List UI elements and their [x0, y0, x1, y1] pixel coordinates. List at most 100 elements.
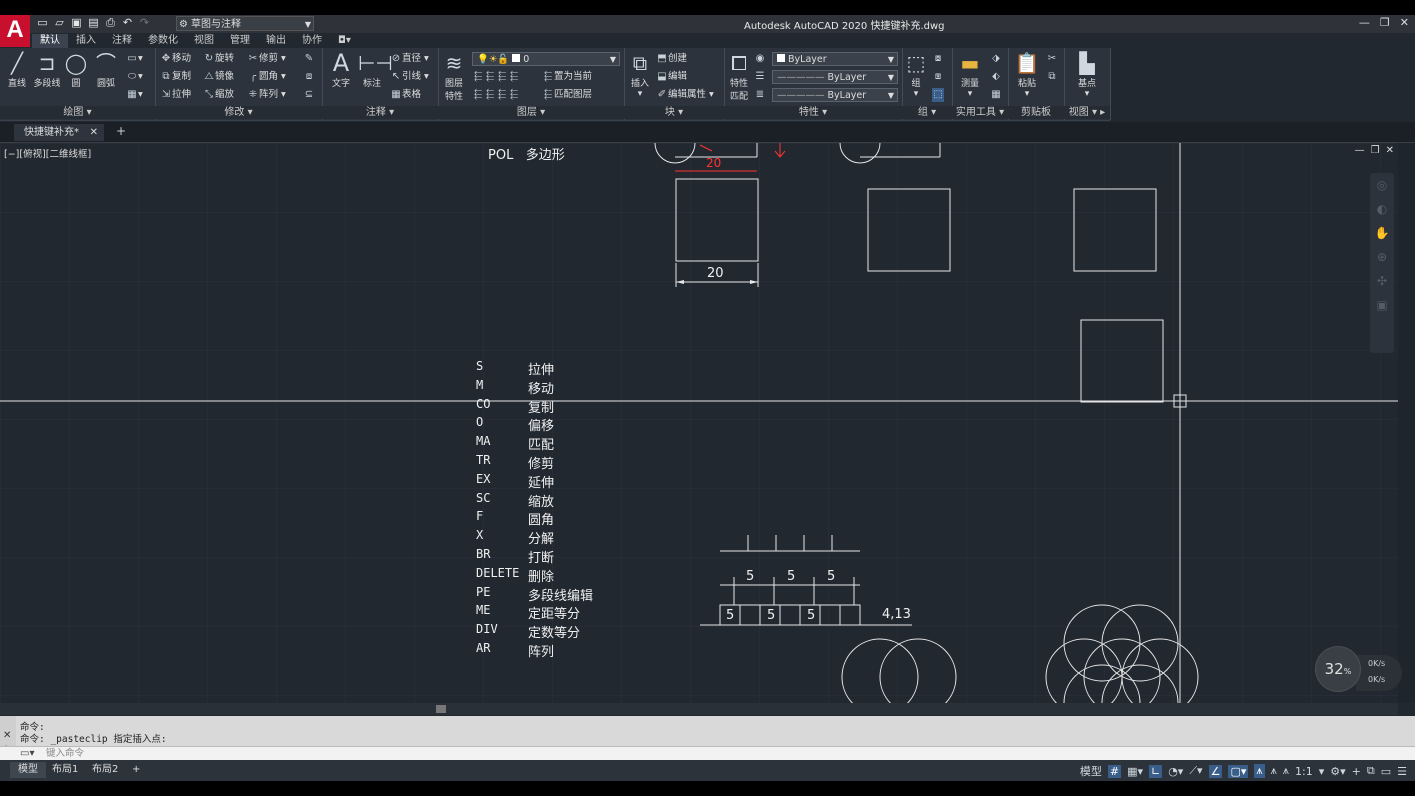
orbit-tool-icon[interactable]: ✣: [1370, 269, 1394, 293]
isolate-objects-icon[interactable]: ⧉: [1367, 764, 1375, 778]
save-icon[interactable]: ▣: [70, 17, 83, 29]
match-layer-button[interactable]: ⬱ 匹配图层: [542, 88, 592, 102]
edit-block-button[interactable]: ⬓编辑: [656, 70, 687, 84]
open-file-icon[interactable]: ▱: [53, 17, 66, 29]
snap-icon[interactable]: ▦▾: [1127, 765, 1143, 778]
plus-icon[interactable]: +: [1352, 765, 1361, 778]
panel-title-block[interactable]: 块 ▾: [624, 106, 724, 119]
circle-button[interactable]: ◯ 圆: [64, 50, 88, 89]
edit-attributes-button[interactable]: ✐ 编辑属性 ▾: [656, 88, 714, 102]
panel-title-properties[interactable]: 特性 ▾: [724, 106, 902, 119]
annotation-visibility-icon[interactable]: ⩚: [1254, 764, 1265, 778]
group-button[interactable]: ⬚ 组 ▾: [904, 50, 928, 99]
layer-properties-button[interactable]: ≋ 图层 特性: [440, 50, 468, 102]
close-icon[interactable]: ✕: [3, 730, 11, 741]
layout-tab-layout2[interactable]: 布局2: [84, 762, 126, 778]
ortho-icon[interactable]: ∟: [1148, 764, 1163, 778]
text-button[interactable]: A 文字: [328, 50, 354, 89]
object-snap-tracking-icon[interactable]: ∠: [1208, 764, 1223, 778]
workspace-select[interactable]: ⚙ 草图与注释 ▼: [176, 16, 314, 31]
grid-icon[interactable]: #: [1107, 764, 1122, 778]
layer-tools-row1[interactable]: ⬱ ⬱ ⬱ ⬱: [472, 70, 520, 84]
tab-manage[interactable]: 管理: [222, 34, 258, 48]
panel-title-utilities[interactable]: 实用工具 ▾: [952, 106, 1008, 119]
restore-icon[interactable]: ❐: [1380, 16, 1390, 29]
calculator-icon[interactable]: ▦: [990, 88, 1002, 102]
ellipse-button[interactable]: ⬭ ▾: [126, 70, 143, 84]
gear-icon[interactable]: ⚙▾: [1330, 765, 1345, 778]
table-button[interactable]: ▦表格: [390, 88, 421, 102]
rectangle-button[interactable]: ▭▾: [126, 52, 143, 66]
fillet-button[interactable]: ╭ 圆角 ▾: [247, 70, 286, 84]
lineweight-select[interactable]: ————— ByLayer ▼: [772, 88, 898, 102]
tab-output[interactable]: 输出: [258, 34, 294, 48]
match-properties-button[interactable]: ⧠ 特性 匹配: [726, 50, 752, 102]
quick-select-icon[interactable]: ⬗: [990, 52, 1002, 66]
measure-button[interactable]: ▬ 测量 ▾: [954, 50, 986, 99]
document-tab[interactable]: 快捷键补充* ✕: [14, 124, 104, 141]
make-current-button[interactable]: ⬱ 置为当前: [542, 70, 592, 84]
scale-button[interactable]: ⤡ 缩放: [203, 88, 234, 102]
restore-icon[interactable]: ❐: [1371, 145, 1380, 156]
print-icon[interactable]: ⎙: [104, 17, 117, 29]
move-button[interactable]: ✥ 移动: [160, 52, 191, 66]
chevron-down-icon[interactable]: ▾: [1319, 765, 1325, 778]
zoom-icon[interactable]: ⊕: [1370, 245, 1394, 269]
ungroup-icon[interactable]: ⧇: [932, 52, 944, 66]
redo-icon[interactable]: ↷: [138, 17, 151, 29]
vertical-scrollbar[interactable]: [1398, 143, 1415, 703]
close-icon[interactable]: ✕: [1400, 16, 1409, 29]
close-icon[interactable]: ✕: [90, 124, 98, 141]
panel-title-draw[interactable]: 绘图 ▾: [0, 106, 155, 119]
layout-tab-layout1[interactable]: 布局1: [44, 762, 86, 778]
new-tab-icon[interactable]: +: [116, 124, 126, 138]
clean-screen-icon[interactable]: ▭: [1381, 765, 1391, 778]
panel-title-layers[interactable]: 图层 ▾: [438, 106, 624, 119]
panel-title-view[interactable]: 视图 ▾ ▸: [1064, 106, 1110, 119]
new-file-icon[interactable]: ▭: [36, 17, 49, 29]
panel-title-groups[interactable]: 组 ▾: [902, 106, 952, 119]
offset-button[interactable]: ⊆: [303, 88, 315, 102]
dimension-button[interactable]: ⊢⊣ 标注: [358, 50, 393, 89]
tab-home[interactable]: 默认: [32, 34, 68, 48]
layer-tools-row2[interactable]: ⬱ ⬱ ⬱ ⬱: [472, 88, 520, 102]
model-space-button[interactable]: 模型: [1080, 763, 1102, 779]
tab-parametric[interactable]: 参数化: [140, 34, 186, 48]
panel-title-modify[interactable]: 修改 ▾: [155, 106, 322, 119]
select-all-icon[interactable]: ⬖: [990, 70, 1002, 84]
pan-icon[interactable]: ✋: [1370, 221, 1394, 245]
leader-button[interactable]: ↖ 引线 ▾: [390, 70, 429, 84]
group-select-icon[interactable]: ⬚: [932, 88, 944, 102]
tab-collaborate[interactable]: 协作: [294, 34, 330, 48]
panel-title-clipboard[interactable]: 剪贴板: [1008, 106, 1064, 119]
polar-icon[interactable]: ◔▾: [1168, 765, 1183, 778]
annotation-scale-value[interactable]: 1:1: [1295, 765, 1313, 778]
layer-select[interactable]: 💡☀🔓 0 ▼: [472, 52, 620, 66]
minimize-icon[interactable]: —: [1359, 16, 1370, 29]
showmotion-icon[interactable]: ▣: [1370, 293, 1394, 317]
panel-title-annotation[interactable]: 注释 ▾: [322, 106, 438, 119]
group-edit-icon[interactable]: ⧆: [932, 70, 944, 84]
cut-icon[interactable]: ✂: [1046, 52, 1058, 66]
create-block-button[interactable]: ⬒创建: [656, 52, 687, 66]
autocad-logo[interactable]: A: [0, 15, 30, 47]
undo-icon[interactable]: ↶: [121, 17, 134, 29]
isodraft-icon[interactable]: ⟋▾: [1189, 764, 1202, 778]
ribbon-toggle-icon[interactable]: ◘▾: [330, 34, 359, 48]
viewport-controls-label[interactable]: [−][俯视][二维线框]: [4, 146, 91, 160]
base-view-button[interactable]: ▙ 基点 ▾: [1072, 50, 1102, 99]
polyline-button[interactable]: ⊐ 多段线: [32, 50, 62, 89]
color-select[interactable]: ByLayer ▼: [772, 52, 898, 66]
object-snap-icon[interactable]: ▢▾: [1228, 764, 1249, 778]
rotate-button[interactable]: ↻ 旋转: [203, 52, 234, 66]
scroll-thumb[interactable]: [436, 705, 446, 713]
save-as-icon[interactable]: ▤: [87, 17, 100, 29]
linetype-select[interactable]: ————— ByLayer ▼: [772, 70, 898, 84]
paste-button[interactable]: 📋 粘贴 ▾: [1012, 50, 1042, 99]
mirror-button[interactable]: ⧍镜像: [203, 70, 234, 84]
copy-clip-icon[interactable]: ⧉: [1046, 70, 1058, 84]
hamburger-menu-icon[interactable]: ☰: [1397, 765, 1407, 778]
tab-annotate[interactable]: 注释: [104, 34, 140, 48]
explode-button[interactable]: ⧈: [303, 70, 315, 84]
annotation-scale-icon[interactable]: ⩚: [1283, 764, 1289, 778]
